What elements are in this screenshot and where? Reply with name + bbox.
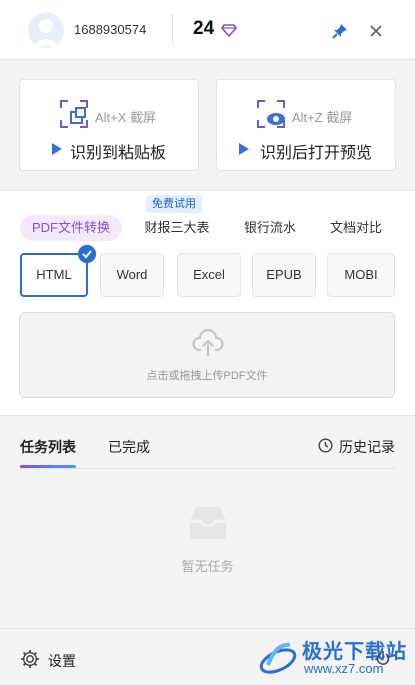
history-label: 历史记录: [339, 439, 395, 455]
format-epub[interactable]: EPUB: [252, 253, 316, 297]
task-section: 任务列表 已完成 历史记录 暂无任务: [0, 417, 415, 627]
tab-bank-statement[interactable]: 银行流水: [236, 215, 304, 241]
site-logo-icon: [259, 642, 297, 674]
upload-cloud-icon: [192, 329, 224, 356]
tab-financial-statements[interactable]: 财报三大表: [136, 215, 218, 241]
upload-dropzone[interactable]: 点击或拖拽上传PDF文件: [19, 312, 395, 398]
settings-label[interactable]: 设置: [48, 651, 76, 671]
tab-doc-compare[interactable]: 文档对比: [322, 215, 390, 241]
hotkey-label: Alt+X 截屏: [95, 110, 157, 125]
tab-completed[interactable]: 已完成: [108, 437, 150, 457]
tab-task-list[interactable]: 任务列表: [20, 437, 76, 457]
watermark-name: 极光下载站: [302, 641, 407, 663]
play-icon: [52, 143, 62, 155]
ocr-copy-card[interactable]: Alt+X 截屏 识别到粘贴板: [19, 79, 199, 171]
divider: [20, 468, 395, 469]
empty-inbox-icon: [190, 507, 226, 539]
ocr-action-label: 识别到粘贴板: [70, 145, 167, 162]
power-icon[interactable]: [375, 650, 391, 666]
screenshot-preview-icon: [257, 100, 285, 128]
footer: 设置 极光下载站 www.xz7.com: [0, 628, 415, 685]
credits-count: 24: [193, 18, 215, 39]
play-icon: [239, 143, 249, 155]
format-html[interactable]: HTML: [20, 253, 88, 297]
top-bar: 1688930574 24: [0, 0, 415, 60]
clock-icon: [318, 438, 333, 453]
empty-state-text: 暂无任务: [181, 559, 234, 574]
diamond-icon: [221, 24, 237, 38]
format-word[interactable]: Word: [100, 253, 164, 297]
tab-pdf-convert[interactable]: PDF文件转换: [20, 215, 122, 241]
upload-hint: 点击或拖拽上传PDF文件: [146, 370, 268, 382]
avatar[interactable]: [28, 12, 64, 48]
user-id: 1688930574: [74, 22, 147, 37]
ocr-preview-card[interactable]: Alt+Z 截屏 识别后打开预览: [216, 79, 396, 171]
gear-icon[interactable]: [20, 649, 40, 669]
watermark-url: www.xz7.com: [304, 661, 384, 676]
ocr-action-label: 识别后打开预览: [260, 145, 373, 162]
check-icon: [78, 245, 96, 263]
free-trial-badge: 免费试用: [146, 195, 202, 213]
screenshot-copy-icon: [60, 100, 88, 128]
pin-icon[interactable]: [331, 22, 349, 40]
format-excel[interactable]: Excel: [177, 253, 241, 297]
divider: [172, 14, 173, 46]
hotkey-label: Alt+Z 截屏: [292, 110, 353, 125]
close-icon[interactable]: [368, 23, 384, 39]
convert-section: 免费试用 PDF文件转换 财报三大表 银行流水 文档对比 HTML Word E…: [0, 190, 415, 416]
format-mobi[interactable]: MOBI: [327, 253, 395, 297]
ocr-section: Alt+X 截屏 识别到粘贴板 Alt+Z 截屏 识别后打开预览: [0, 61, 415, 189]
